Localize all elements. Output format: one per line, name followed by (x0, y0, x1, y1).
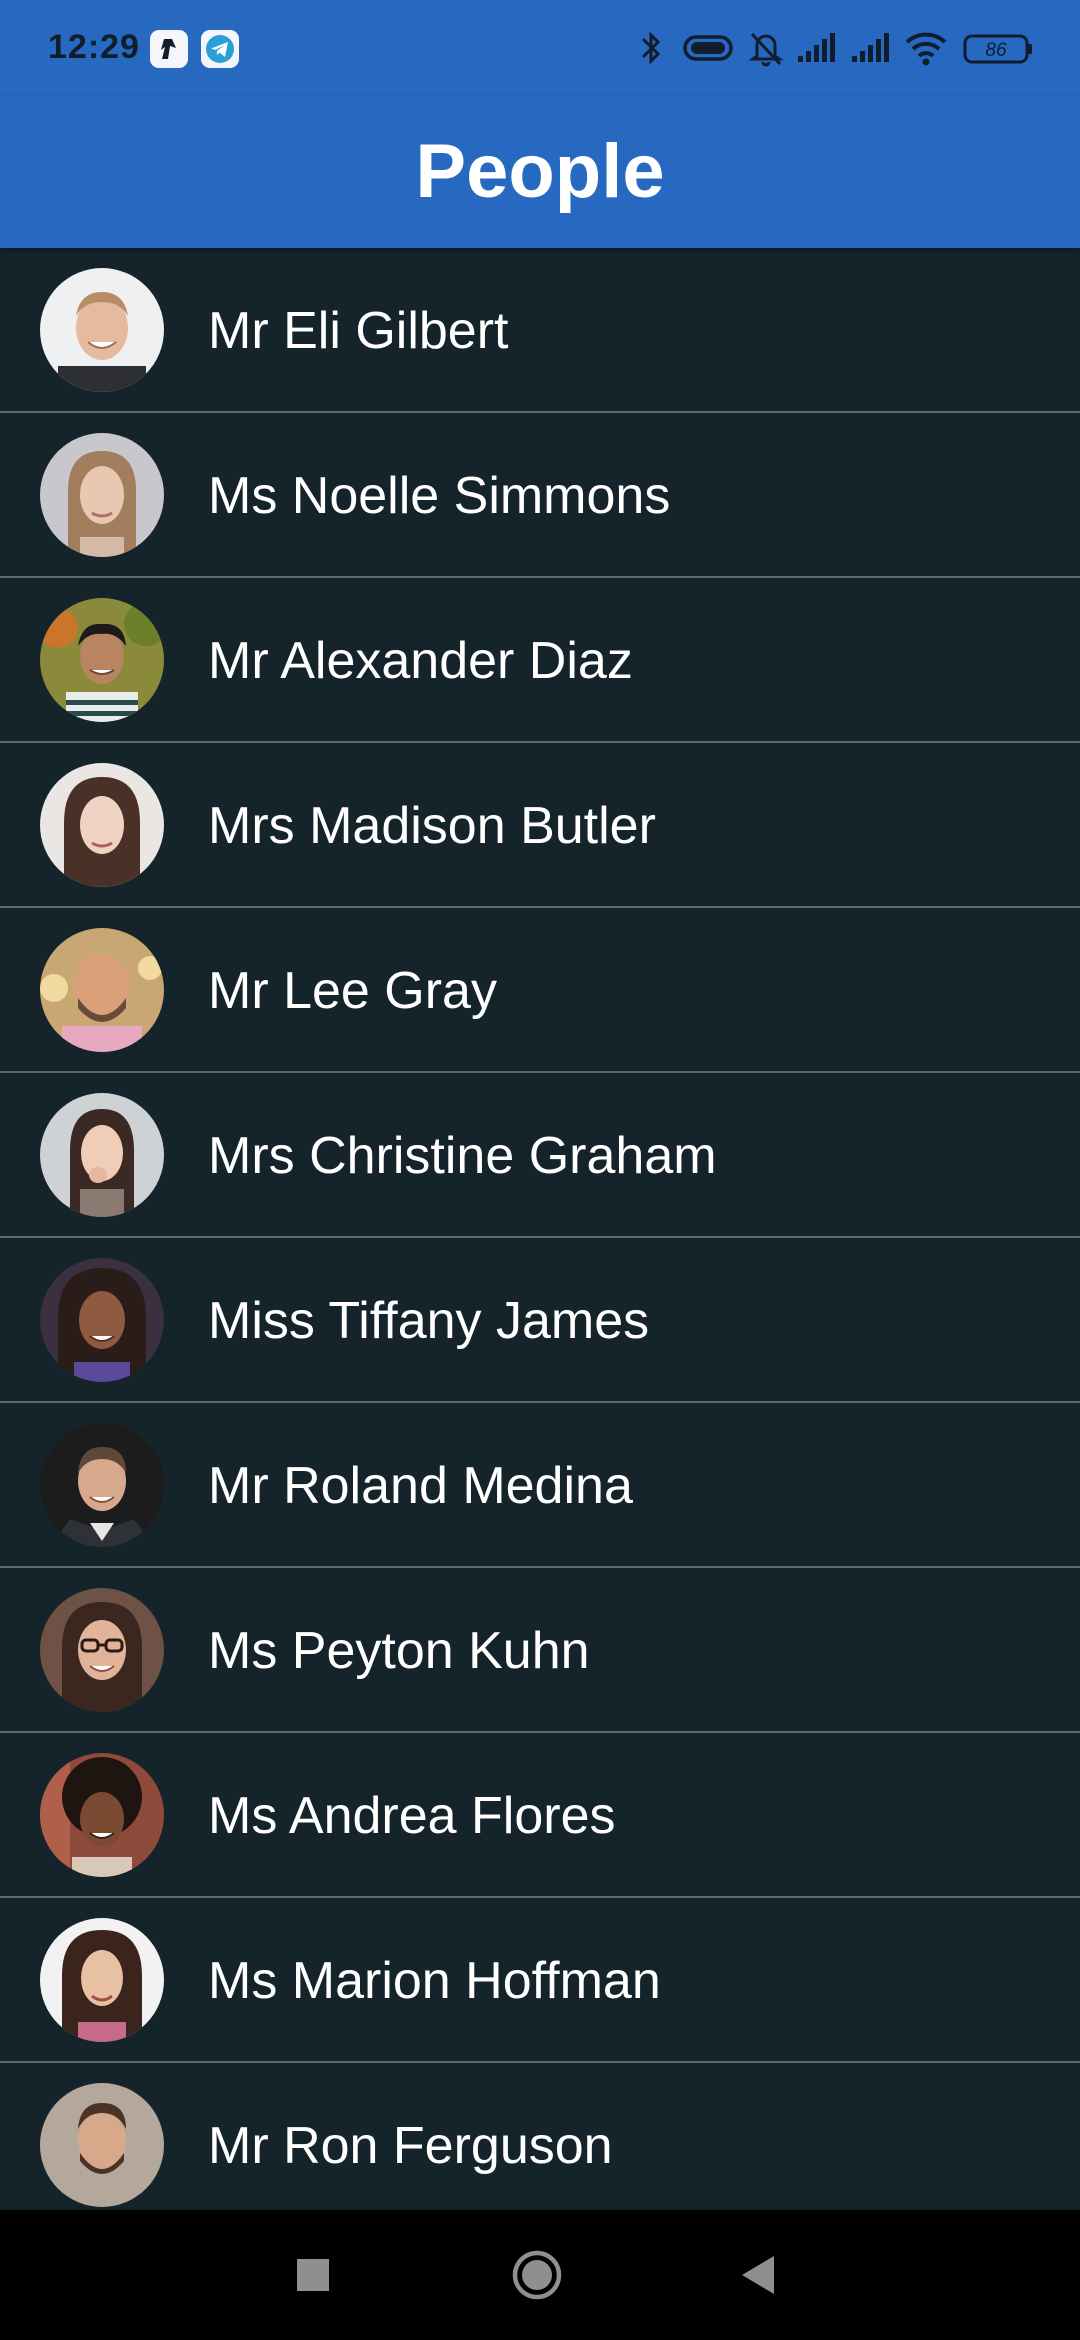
avatar (40, 1093, 164, 1217)
person-name: Mrs Christine Graham (208, 1127, 717, 1185)
home-circle-icon[interactable] (502, 2240, 572, 2310)
back-triangle-icon[interactable] (724, 2240, 794, 2310)
person-name: Mr Roland Medina (208, 1457, 633, 1515)
avatar (40, 268, 164, 392)
avatar (40, 1423, 164, 1547)
list-item[interactable]: Mr Lee Gray (0, 908, 1080, 1073)
telegram-icon (201, 30, 239, 68)
person-name: Mr Ron Ferguson (208, 2117, 613, 2175)
app-notification-icon (150, 30, 188, 68)
battery-icon: 86 (962, 28, 1034, 68)
list-item[interactable]: Miss Tiffany James (0, 1238, 1080, 1403)
list-item[interactable]: Ms Marion Hoffman (0, 1898, 1080, 2063)
avatar (40, 763, 164, 887)
person-name: Ms Peyton Kuhn (208, 1622, 590, 1680)
avatar (40, 1753, 164, 1877)
list-item[interactable]: Ms Andrea Flores (0, 1733, 1080, 1898)
avatar (40, 1918, 164, 2042)
avatar (40, 598, 164, 722)
signal-icon (850, 28, 890, 68)
bluetooth-icon (638, 28, 664, 68)
person-name: Ms Marion Hoffman (208, 1952, 661, 2010)
list-item[interactable]: Mrs Christine Graham (0, 1073, 1080, 1238)
battery-level: 86 (985, 40, 1007, 61)
avatar (40, 1258, 164, 1382)
status-time: 12:29 (48, 28, 140, 66)
list-item[interactable]: Mr Roland Medina (0, 1403, 1080, 1568)
app-bar: People (0, 96, 1080, 248)
list-item[interactable]: Mr Ron Ferguson (0, 2063, 1080, 2210)
list-item[interactable]: Mr Eli Gilbert (0, 248, 1080, 413)
vibrate-icon (682, 28, 734, 68)
navigation-bar (0, 2210, 1080, 2340)
person-name: Miss Tiffany James (208, 1292, 650, 1350)
page-title: People (415, 129, 665, 214)
signal-icon (796, 28, 836, 68)
avatar (40, 928, 164, 1052)
status-bar: 12:29 86 (0, 0, 1080, 96)
list-item[interactable]: Ms Noelle Simmons (0, 413, 1080, 578)
person-name: Ms Noelle Simmons (208, 467, 671, 525)
mute-bell-icon (748, 28, 784, 68)
person-name: Ms Andrea Flores (208, 1787, 616, 1845)
list-item[interactable]: Ms Peyton Kuhn (0, 1568, 1080, 1733)
recents-square-icon[interactable] (278, 2240, 348, 2310)
person-name: Mr Alexander Diaz (208, 632, 633, 690)
person-name: Mr Eli Gilbert (208, 302, 509, 360)
list-item[interactable]: Mr Alexander Diaz (0, 578, 1080, 743)
wifi-icon (904, 28, 948, 68)
avatar (40, 433, 164, 557)
avatar (40, 1588, 164, 1712)
person-name: Mrs Madison Butler (208, 797, 656, 855)
avatar (40, 2083, 164, 2207)
people-list[interactable]: Mr Eli Gilbert Ms Noelle Simmons Mr Alex… (0, 248, 1080, 2210)
list-item[interactable]: Mrs Madison Butler (0, 743, 1080, 908)
person-name: Mr Lee Gray (208, 962, 497, 1020)
